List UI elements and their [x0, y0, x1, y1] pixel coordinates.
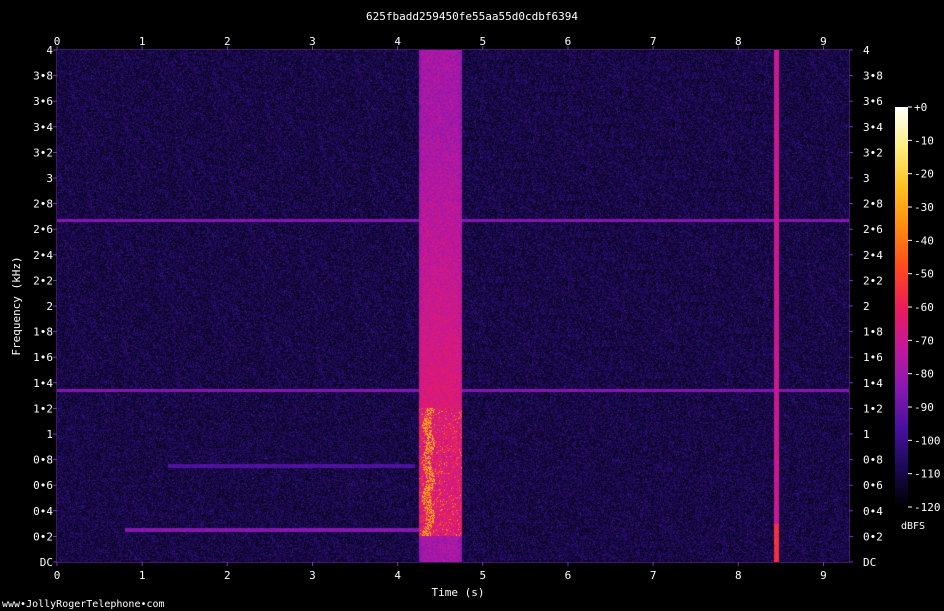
- x-tick-label-bottom: 6: [565, 569, 572, 582]
- colorbar-tick-label: -120: [914, 501, 941, 514]
- colorbar-tick-label: -40: [914, 234, 934, 247]
- y-tick-label-right: 2•8: [863, 198, 883, 211]
- y-tick-label-left: 2•2: [33, 274, 53, 287]
- x-tick-label-top: 4: [394, 35, 401, 48]
- y-tick-label-right: 1: [863, 428, 870, 441]
- chart-title: 625fbadd259450fe55aa55d0cdbf6394: [366, 10, 578, 23]
- y-tick-label-right: 3•2: [863, 146, 883, 159]
- y-tick-label-left: 3•8: [33, 70, 53, 83]
- y-tick-label-left: 4: [46, 44, 53, 57]
- y-tick-label-right: 4: [863, 44, 870, 57]
- y-tick-label-left: 1•8: [33, 326, 53, 339]
- y-tick-label-left: 1•2: [33, 402, 53, 415]
- x-axis-label: Time (s): [432, 586, 485, 599]
- x-tick-label-top: 2: [224, 35, 231, 48]
- x-axis-bottom: 0 1 2 3 4 5 6 7 8 9: [54, 562, 827, 582]
- colorbar-tick-label: -20: [914, 168, 934, 181]
- y-tick-label-right: 1•2: [863, 402, 883, 415]
- watermark: www•JollyRogerTelephone•com: [2, 599, 165, 610]
- y-tick-label-right: 0•6: [863, 479, 883, 492]
- x-tick-label-bottom: 7: [650, 569, 657, 582]
- y-tick-label-left: 0•2: [33, 530, 53, 543]
- colorbar-label: dBFS: [901, 521, 925, 532]
- y-tick-label-right: 2•6: [863, 223, 883, 236]
- y-tick-label-right: 2•4: [863, 249, 883, 262]
- y-tick-label-right: 0•4: [863, 505, 883, 518]
- y-tick-label-left: 2•4: [33, 249, 53, 262]
- y-tick-label-left: 2: [46, 300, 53, 313]
- y-tick-label-left: 2•8: [33, 198, 53, 211]
- y-tick-label-left: 1•4: [33, 377, 53, 390]
- colorbar-tick-label: -50: [914, 268, 934, 281]
- x-tick-label-top: 7: [650, 35, 657, 48]
- x-tick-label-bottom: 5: [479, 569, 486, 582]
- y-tick-label-right: 2•2: [863, 274, 883, 287]
- y-tick-label-left: 3•4: [33, 121, 53, 134]
- y-tick-label-left: 0•8: [33, 454, 53, 467]
- y-tick-label-left: 0•4: [33, 505, 53, 518]
- colorbar-tick-label: -80: [914, 368, 934, 381]
- colorbar-ticks: +0 -10 -20 -30 -40 -50 -60 -70 -80 -90 -100 -110 -12…: [908, 101, 941, 514]
- y-tick-label-left: DC: [40, 556, 53, 569]
- y-tick-label-right: 3: [863, 172, 870, 185]
- x-tick-label-bottom: 4: [394, 569, 401, 582]
- x-tick-label-top: 0: [54, 35, 61, 48]
- y-tick-label-left: 3•2: [33, 146, 53, 159]
- colorbar-tick-label: -100: [914, 434, 941, 447]
- y-tick-label-right: 0•8: [863, 454, 883, 467]
- y-tick-label-left: 1•6: [33, 351, 53, 364]
- y-tick-label-right: 3•6: [863, 95, 883, 108]
- y-tick-label-left: 2•6: [33, 223, 53, 236]
- y-tick-label-left: 3•6: [33, 95, 53, 108]
- x-tick-label-top: 9: [820, 35, 827, 48]
- x-tick-label-bottom: 8: [735, 569, 742, 582]
- colorbar-tick-label: -10: [914, 134, 934, 147]
- y-tick-label-right: 2: [863, 300, 870, 313]
- colorbar-tick-label: -70: [914, 334, 934, 347]
- y-tick-label-right: 0•2: [863, 530, 883, 543]
- y-tick-label-right: 3•8: [863, 70, 883, 83]
- y-axis-label: Frequency (kHz): [10, 256, 23, 355]
- x-tick-label-bottom: 2: [224, 569, 231, 582]
- x-tick-label-top: 1: [139, 35, 146, 48]
- x-axis-top: 0 1 2 3 4 5 6 7 8 9: [54, 35, 827, 50]
- x-tick-label-top: 3: [309, 35, 316, 48]
- y-tick-label-left: 1: [46, 428, 53, 441]
- colorbar: [895, 107, 908, 507]
- y-tick-label-left: 3: [46, 172, 53, 185]
- colorbar-tick-label: -90: [914, 401, 934, 414]
- colorbar-tick-label: -60: [914, 301, 934, 314]
- spectrogram-plot: [57, 50, 849, 562]
- x-tick-label-top: 8: [735, 35, 742, 48]
- colorbar-tick-label: -110: [914, 468, 941, 481]
- y-tick-label-right: 1•8: [863, 326, 883, 339]
- y-tick-label-left: 0•6: [33, 479, 53, 492]
- y-axis-right: DC 0•2 0•4 0•6 0•8 1 1•2 1•4 1•6 1•8 2 2•2 2•4 2•6 2•8…: [849, 44, 883, 569]
- x-tick-label-top: 5: [479, 35, 486, 48]
- x-tick-label-top: 6: [565, 35, 572, 48]
- colorbar-tick-label: -30: [914, 201, 934, 214]
- x-tick-label-bottom: 1: [139, 569, 146, 582]
- y-tick-label-right: 3•4: [863, 121, 883, 134]
- colorbar-tick-label: +0: [914, 101, 927, 114]
- y-tick-label-right: DC: [863, 556, 876, 569]
- x-tick-label-bottom: 3: [309, 569, 316, 582]
- x-tick-label-bottom: 9: [820, 569, 827, 582]
- y-axis-left: DC 0•2 0•4 0•6 0•8 1 1•2 1•4 1•6 1•8 2 2•2 2•4 2•6 2•8…: [33, 44, 57, 569]
- y-tick-label-right: 1•4: [863, 377, 883, 390]
- x-tick-label-bottom: 0: [54, 569, 61, 582]
- y-tick-label-right: 1•6: [863, 351, 883, 364]
